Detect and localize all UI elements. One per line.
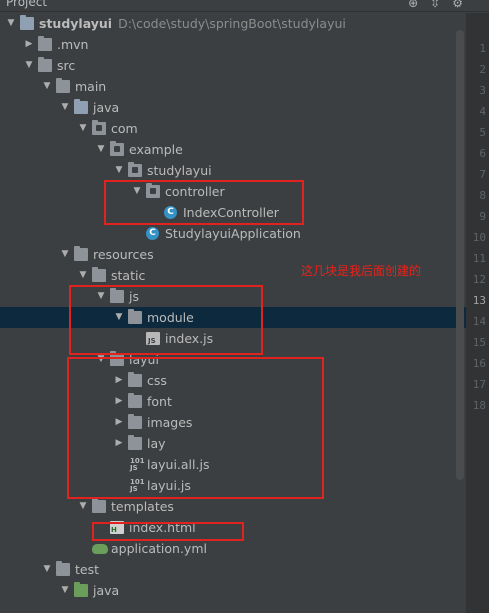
tree-node-label: src: [57, 58, 76, 73]
expand-arrow-icon[interactable]: ▼: [24, 55, 34, 76]
line-number: 12: [472, 273, 486, 286]
tree-node[interactable]: ▶ .mvn: [0, 34, 466, 55]
tree-node-label: main: [75, 79, 107, 94]
expand-arrow-icon[interactable]: ▼: [60, 97, 70, 118]
expand-arrow-icon[interactable]: ▼: [6, 13, 16, 34]
editor-line-gutter: 1 2 3 4 5 6 7 8 9 10 11 12 13 14 15 16 17 18: [466, 13, 489, 613]
tree-node-label: java: [93, 583, 120, 598]
line-number: 2: [479, 63, 486, 76]
module-path: D:\code\study\springBoot\studylayui: [118, 16, 346, 31]
line-number: 13: [472, 294, 486, 307]
tree-node-label: studylayui: [147, 163, 212, 178]
expand-arrow-icon[interactable]: ▼: [96, 139, 106, 160]
tree-node[interactable]: ▼ src: [0, 55, 466, 76]
line-number: 11: [472, 252, 486, 265]
tree-node[interactable]: application.yml: [0, 538, 466, 559]
toolbar-icons: ⊕ ⇳ ⚙: [408, 0, 463, 10]
tree-node-label: studylayui D:\code\study\springBoot\study…: [39, 16, 346, 31]
expand-arrow-icon[interactable]: ▼: [42, 559, 52, 580]
expand-arrow-icon[interactable]: ▼: [78, 496, 88, 517]
expand-arrow-icon[interactable]: ▼: [60, 244, 70, 265]
locate-icon[interactable]: ⊕: [408, 0, 418, 10]
line-number: 15: [472, 336, 486, 349]
collapse-icon[interactable]: ⇳: [430, 0, 440, 10]
expand-arrow-icon[interactable]: ▼: [78, 118, 88, 139]
package-icon: [128, 162, 142, 177]
folder-icon: [56, 78, 70, 93]
expand-arrow-icon[interactable]: ▼: [42, 76, 52, 97]
spring-app-class-icon: C: [146, 227, 159, 240]
tree-node-label: com: [111, 121, 138, 136]
tree-node[interactable]: ▼ studylayui D:\code\study\springBoot\stud…: [0, 13, 466, 34]
line-number: 9: [479, 210, 486, 223]
annotation-box-layui: [67, 357, 324, 499]
tree-node[interactable]: ▼ java: [0, 97, 466, 118]
tree-node[interactable]: ▼ java: [0, 580, 466, 601]
expand-arrow-icon[interactable]: ▼: [78, 265, 88, 286]
tree-node[interactable]: ▼ com: [0, 118, 466, 139]
line-number: 5: [479, 126, 486, 139]
tree-node-label: .mvn: [57, 37, 89, 52]
tree-node-label: static: [111, 268, 146, 283]
project-view-title[interactable]: Project: [6, 0, 47, 9]
folder-icon: [38, 36, 52, 51]
line-number: 3: [479, 84, 486, 97]
tree-node-label: java: [93, 100, 120, 115]
folder-icon: [74, 99, 88, 114]
tree-node-label: resources: [93, 247, 154, 262]
line-number: 8: [479, 189, 486, 202]
tree-node[interactable]: C StudylayuiApplication: [0, 223, 466, 244]
expand-arrow-icon[interactable]: ▼: [114, 160, 124, 181]
package-icon: [110, 141, 124, 156]
tree-node-label: StudylayuiApplication: [165, 226, 301, 241]
line-number: 17: [472, 378, 486, 391]
annotation-box-js: [69, 285, 263, 355]
vertical-scrollbar[interactable]: [456, 30, 464, 480]
folder-icon: [92, 267, 106, 282]
expand-arrow-icon[interactable]: ▼: [60, 580, 70, 601]
yml-file-icon: [92, 544, 108, 554]
project-toolbar: Project ⊕ ⇳ ⚙: [0, 0, 489, 12]
tree-node-label: test: [75, 562, 100, 577]
tree-node-label: application.yml: [111, 541, 207, 556]
folder-icon: [74, 582, 88, 597]
package-icon: [92, 120, 106, 135]
folder-icon: [92, 498, 106, 513]
module-folder-icon: [20, 15, 34, 30]
line-number: 1: [479, 42, 486, 55]
line-number: 7: [479, 168, 486, 181]
annotation-box-index-html: [92, 522, 244, 541]
tree-node-label: templates: [111, 499, 174, 514]
line-number: 10: [472, 231, 486, 244]
line-number: 4: [479, 105, 486, 118]
tree-node[interactable]: ▼ main: [0, 76, 466, 97]
tree-node-label: example: [129, 142, 183, 157]
tree-node[interactable]: ▼ example: [0, 139, 466, 160]
annotation-box-controller: [104, 180, 304, 225]
line-number: 6: [479, 147, 486, 160]
annotation-note: 这几块是我后面创建的: [301, 264, 422, 278]
line-number: 16: [472, 357, 486, 370]
folder-icon: [56, 561, 70, 576]
line-number: 14: [472, 315, 486, 328]
line-number: 18: [472, 399, 486, 412]
folder-icon: [38, 57, 52, 72]
tree-node[interactable]: ▼ test: [0, 559, 466, 580]
gear-icon[interactable]: ⚙: [452, 0, 463, 10]
tree-node[interactable]: ▼ templates: [0, 496, 466, 517]
folder-icon: [74, 246, 88, 261]
tree-node[interactable]: ▼ studylayui: [0, 160, 466, 181]
collapse-arrow-icon[interactable]: ▶: [24, 34, 34, 55]
